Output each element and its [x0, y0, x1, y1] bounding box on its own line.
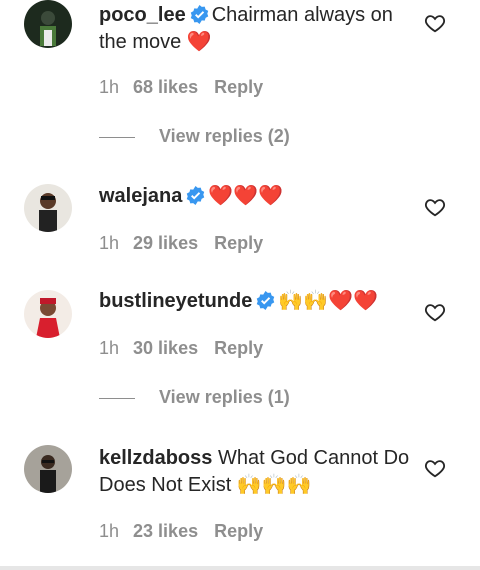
comment-text: kellzdaboss What God Cannot Do Does Not … [99, 445, 414, 499]
username[interactable]: kellzdaboss [99, 447, 212, 469]
reply-button[interactable]: Reply [214, 521, 263, 541]
heart-icon[interactable] [424, 196, 446, 218]
heart-icon[interactable] [424, 12, 446, 34]
username[interactable]: poco_lee [99, 4, 186, 26]
view-replies-button[interactable]: View replies (2) [99, 125, 290, 147]
likes-count[interactable]: 29 likes [133, 233, 198, 253]
timestamp: 1h [99, 338, 120, 358]
raised-hands-emoji: 🙌🙌🙌 [236, 474, 312, 496]
divider-line [99, 136, 135, 138]
heart-emoji: ❤️❤️ [328, 290, 378, 312]
timestamp: 1h [99, 77, 120, 97]
comment-meta: 1h 23 likes Reply [99, 520, 263, 542]
divider-line [99, 397, 135, 399]
comment-meta: 1h 29 likes Reply [99, 232, 263, 254]
bottom-divider [0, 566, 480, 570]
avatar[interactable] [24, 290, 72, 338]
comment-text: walejana ❤️❤️❤️ [99, 183, 414, 210]
comment-meta: 1h 30 likes Reply [99, 337, 263, 359]
heart-emoji: ❤️❤️❤️ [208, 185, 284, 207]
verified-badge-icon [186, 186, 205, 205]
heart-icon[interactable] [424, 301, 446, 323]
view-replies-label: View replies (2) [159, 126, 290, 146]
verified-badge-icon [256, 291, 275, 310]
username[interactable]: walejana [99, 185, 182, 207]
comment-text: bustlineyetunde 🙌🙌❤️❤️ [99, 288, 414, 315]
reply-button[interactable]: Reply [214, 233, 263, 253]
view-replies-label: View replies (1) [159, 387, 290, 407]
heart-emoji: ❤️ [186, 31, 212, 53]
raised-hands-emoji: 🙌🙌 [278, 290, 329, 312]
timestamp: 1h [99, 233, 120, 253]
timestamp: 1h [99, 521, 120, 541]
view-replies-button[interactable]: View replies (1) [99, 386, 290, 408]
avatar[interactable] [24, 445, 72, 493]
heart-icon[interactable] [424, 457, 446, 479]
reply-button[interactable]: Reply [214, 77, 263, 97]
comment-meta: 1h 68 likes Reply [99, 76, 263, 98]
verified-badge-icon [190, 5, 209, 24]
reply-button[interactable]: Reply [214, 338, 263, 358]
likes-count[interactable]: 23 likes [133, 521, 198, 541]
likes-count[interactable]: 30 likes [133, 338, 198, 358]
likes-count[interactable]: 68 likes [133, 77, 198, 97]
comment-text: poco_lee Chairman always on the move ❤️ [99, 2, 414, 56]
avatar[interactable] [24, 0, 72, 48]
avatar[interactable] [24, 184, 72, 232]
username[interactable]: bustlineyetunde [99, 290, 252, 312]
